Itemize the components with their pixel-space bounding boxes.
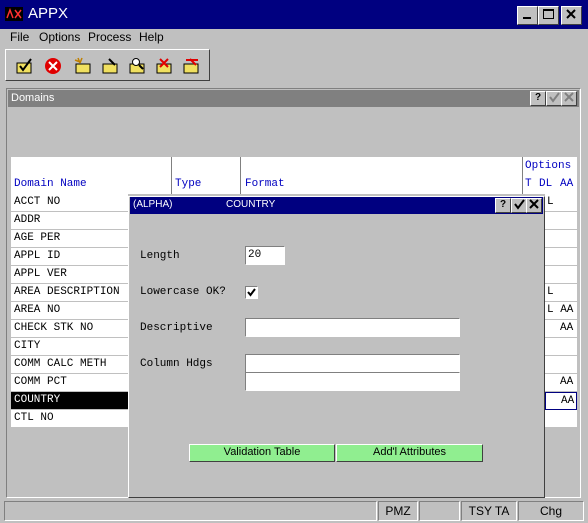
menu-options[interactable]: Options	[39, 30, 80, 44]
add-toolbar-button[interactable]	[72, 56, 94, 76]
minimize-button[interactable]	[517, 6, 538, 25]
table-row-selected[interactable]: COUNTRY	[11, 392, 128, 410]
delete-toolbar-button[interactable]	[154, 56, 176, 76]
ok-toolbar-button[interactable]	[14, 56, 36, 76]
table-row[interactable]: CTL NO	[11, 410, 128, 428]
new-folder-icon	[74, 57, 91, 74]
column-hdgs-label: Column Hdgs	[140, 358, 213, 370]
options-cell	[545, 338, 577, 356]
table-row[interactable]: COMM PCT	[11, 374, 128, 392]
domains-table-header: Domain Name Type Format Options T DL AA	[11, 157, 577, 194]
minimize-icon	[523, 17, 531, 19]
header-aa: AA	[560, 178, 574, 190]
ok-icon	[16, 58, 32, 74]
options-cell	[545, 248, 577, 266]
validation-table-button[interactable]: Validation Table	[189, 444, 335, 462]
options-cell: AA	[545, 320, 577, 338]
toolbar	[5, 49, 210, 81]
checkmark-icon	[549, 92, 560, 103]
dialog-title-bar: (ALPHA) COUNTRY ?	[130, 197, 543, 214]
appx-logo-icon	[5, 7, 23, 21]
options-cell: L	[545, 194, 577, 212]
search-folder-icon	[129, 58, 145, 74]
column-heading-2-field[interactable]	[245, 372, 460, 391]
close-icon	[564, 92, 574, 102]
header-dl: DL	[539, 178, 553, 190]
descriptive-label: Descriptive	[140, 322, 213, 334]
cancel-icon	[45, 58, 61, 74]
domains-help-button[interactable]: ?	[530, 91, 546, 106]
status-pmz: PMZ	[378, 501, 418, 521]
addl-attributes-button[interactable]: Add'l Attributes	[336, 444, 483, 462]
header-t: T	[525, 178, 532, 190]
table-row[interactable]: AREA NO	[11, 302, 128, 320]
dialog-help-button[interactable]: ?	[495, 198, 511, 213]
checkmark-icon	[514, 199, 525, 210]
window-title: APPX	[28, 5, 69, 22]
table-row[interactable]: CITY	[11, 338, 128, 356]
dialog-type-label: (ALPHA)	[133, 199, 173, 210]
length-field[interactable]: 20	[245, 246, 285, 265]
process-toolbar-button[interactable]	[181, 56, 203, 76]
domains-title-bar: Domains ?	[8, 90, 579, 107]
delete-folder-icon	[156, 58, 172, 74]
domains-ok-button[interactable]	[546, 91, 562, 106]
process-folder-icon	[183, 58, 199, 74]
lowercase-label: Lowercase OK?	[140, 286, 226, 298]
table-row[interactable]: CHECK STK NO	[11, 320, 128, 338]
column-heading-1-field[interactable]	[245, 354, 460, 373]
cancel-toolbar-button[interactable]	[42, 56, 64, 76]
maximize-icon	[543, 9, 554, 19]
table-row[interactable]: AGE PER	[11, 230, 128, 248]
close-icon	[566, 9, 576, 19]
dialog-title: COUNTRY	[226, 199, 276, 210]
domains-title: Domains	[11, 92, 55, 104]
change-toolbar-button[interactable]	[100, 56, 122, 76]
dialog-close-button[interactable]	[526, 198, 542, 213]
options-cell	[545, 266, 577, 284]
table-row[interactable]: APPL ID	[11, 248, 128, 266]
length-label: Length	[140, 250, 180, 262]
status-message	[4, 501, 377, 521]
column-divider	[522, 157, 523, 194]
options-cell	[545, 212, 577, 230]
header-domain-name: Domain Name	[14, 178, 87, 190]
lowercase-checkbox[interactable]	[245, 286, 258, 299]
status-blank	[419, 501, 460, 521]
options-cell: L	[545, 284, 577, 302]
menu-bar: File Options Process Help	[0, 29, 588, 47]
column-divider	[240, 157, 241, 194]
header-options: Options	[525, 160, 572, 172]
header-type: Type	[175, 178, 202, 190]
table-row[interactable]: APPL VER	[11, 266, 128, 284]
checkmark-icon	[247, 288, 256, 297]
menu-process[interactable]: Process	[88, 30, 131, 44]
status-tsy: TSY TA	[461, 501, 517, 521]
table-row[interactable]: ADDR	[11, 212, 128, 230]
table-row[interactable]: ACCT NO	[11, 194, 128, 212]
close-icon	[529, 199, 539, 209]
table-row[interactable]: COMM CALC METH	[11, 356, 128, 374]
header-format: Format	[245, 178, 285, 190]
dialog-ok-button[interactable]	[511, 198, 527, 213]
domains-close-button[interactable]	[561, 91, 577, 106]
maximize-button[interactable]	[538, 6, 559, 25]
app-title-bar: APPX	[0, 0, 588, 29]
status-chg: Chg	[518, 501, 584, 521]
options-cell	[545, 410, 577, 428]
options-cell-selected: AA	[545, 392, 577, 410]
options-cell: AA	[545, 374, 577, 392]
menu-file[interactable]: File	[10, 30, 29, 44]
close-button[interactable]	[561, 6, 582, 25]
options-cell	[545, 356, 577, 374]
edit-folder-icon	[102, 58, 118, 74]
table-row[interactable]: AREA DESCRIPTION	[11, 284, 128, 302]
options-cell: L AA	[545, 302, 577, 320]
column-divider	[171, 157, 172, 194]
options-cell	[545, 230, 577, 248]
inquire-toolbar-button[interactable]	[127, 56, 149, 76]
descriptive-field[interactable]	[245, 318, 460, 337]
domain-list: ACCT NO ADDR AGE PER APPL ID APPL VER AR…	[11, 194, 128, 428]
menu-help[interactable]: Help	[139, 30, 164, 44]
